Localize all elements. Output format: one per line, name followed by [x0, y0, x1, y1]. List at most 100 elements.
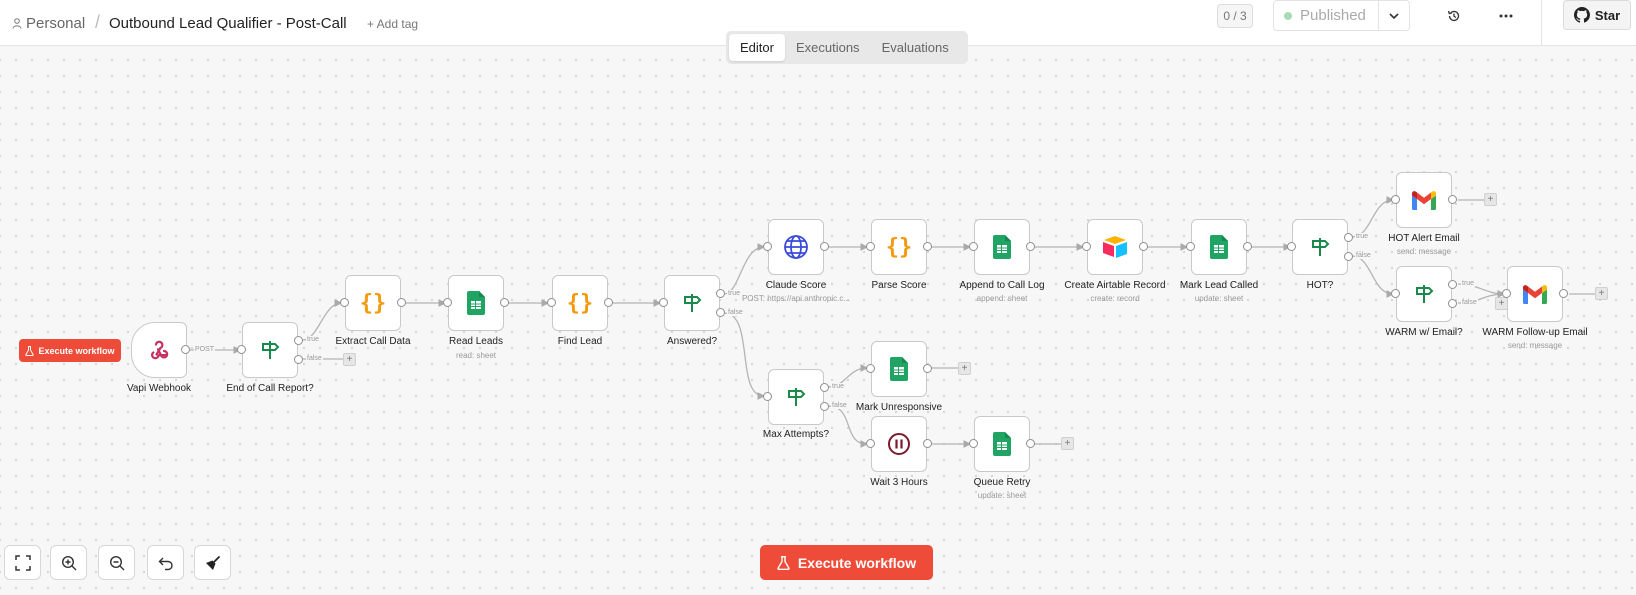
broom-icon [205, 555, 220, 570]
zoom-out-button[interactable] [98, 545, 135, 580]
output-handle[interactable] [923, 364, 932, 373]
output-handle-false[interactable] [1344, 252, 1353, 261]
input-handle[interactable] [237, 345, 246, 354]
node-parse-score[interactable]: {} [871, 219, 927, 275]
input-handle[interactable] [340, 298, 349, 307]
node-mark-lead-called[interactable] [1191, 219, 1247, 275]
add-node-button[interactable]: + [1484, 193, 1497, 206]
input-handle[interactable] [763, 242, 772, 251]
more-options-button[interactable] [1494, 4, 1518, 28]
output-handle-true[interactable] [1344, 233, 1353, 242]
node-append-to-call-log[interactable] [974, 219, 1030, 275]
tab-executions[interactable]: Executions [785, 34, 871, 61]
google-sheets-icon [993, 432, 1011, 456]
tab-evaluations[interactable]: Evaluations [871, 34, 960, 61]
node-extract-call-data[interactable]: {} [345, 275, 401, 331]
input-handle[interactable] [866, 364, 875, 373]
input-handle[interactable] [763, 392, 772, 401]
add-node-button[interactable]: + [1061, 437, 1074, 450]
input-handle[interactable] [866, 242, 875, 251]
node-label: Answered? [666, 336, 718, 347]
input-handle[interactable] [969, 439, 978, 448]
node-label: End of Call Report? [226, 383, 314, 394]
workflow-title[interactable]: Outbound Lead Qualifier - Post-Call [109, 15, 347, 32]
node-end-of-call-report[interactable] [242, 322, 298, 378]
node-queue-retry[interactable] [974, 416, 1030, 472]
add-node-button[interactable]: + [1595, 287, 1608, 300]
add-tag-button[interactable]: + Add tag [367, 17, 418, 31]
zoom-in-button[interactable] [50, 545, 87, 580]
tidy-up-button[interactable] [194, 545, 231, 580]
output-handle[interactable] [1026, 439, 1035, 448]
input-handle[interactable] [443, 298, 452, 307]
output-handle[interactable] [820, 242, 829, 251]
input-handle[interactable] [969, 242, 978, 251]
node-wait-3-hours[interactable] [871, 416, 927, 472]
output-handle-false[interactable] [1448, 299, 1457, 308]
node-mark-unresponsive[interactable] [871, 341, 927, 397]
zoom-out-icon [109, 555, 124, 570]
output-handle-false[interactable] [716, 308, 725, 317]
workflow-counter: 0 / 3 [1217, 4, 1253, 28]
output-handle[interactable] [1139, 242, 1148, 251]
undo-button[interactable] [147, 545, 184, 580]
history-button[interactable] [1442, 4, 1466, 28]
fit-view-button[interactable] [4, 545, 41, 580]
node-hot[interactable] [1292, 219, 1348, 275]
workflow-canvas[interactable] [0, 46, 1636, 595]
add-node-button[interactable]: + [343, 353, 356, 366]
output-handle[interactable] [923, 439, 932, 448]
output-handle[interactable] [1559, 289, 1568, 298]
publish-button[interactable]: Published [1273, 0, 1379, 31]
output-handle[interactable] [604, 298, 613, 307]
node-label: Max Attempts? [762, 429, 830, 440]
node-hot-alert-email[interactable] [1396, 172, 1452, 228]
input-handle[interactable] [659, 298, 668, 307]
output-handle[interactable] [397, 298, 406, 307]
output-handle-false[interactable] [820, 402, 829, 411]
zoom-in-icon [61, 555, 76, 570]
publish-label: Published [1300, 7, 1366, 24]
breadcrumb-separator: / [95, 12, 101, 32]
node-answered[interactable] [664, 275, 720, 331]
input-handle[interactable] [1186, 242, 1195, 251]
node-create-airtable-record[interactable] [1087, 219, 1143, 275]
node-warm-follow-up-email[interactable] [1507, 266, 1563, 322]
input-handle[interactable] [1082, 242, 1091, 251]
output-handle-true[interactable] [820, 383, 829, 392]
node-warm-with-email[interactable] [1396, 266, 1452, 322]
node-vapi-webhook[interactable] [131, 322, 187, 378]
output-handle[interactable] [500, 298, 509, 307]
input-handle[interactable] [547, 298, 556, 307]
execute-workflow-button[interactable]: Execute workflow [760, 545, 933, 580]
output-handle[interactable] [1026, 242, 1035, 251]
output-handle-false[interactable] [294, 355, 303, 364]
node-read-leads[interactable] [448, 275, 504, 331]
google-sheets-icon [890, 357, 908, 381]
input-handle[interactable] [1391, 289, 1400, 298]
execute-workflow-trigger-button[interactable]: Execute workflow [19, 339, 121, 362]
github-star-button[interactable]: Star [1563, 0, 1631, 30]
tab-editor[interactable]: Editor [729, 34, 785, 61]
output-handle-true[interactable] [716, 289, 725, 298]
node-subtitle: update: sheet [977, 491, 1027, 500]
node-max-attempts[interactable] [768, 369, 824, 425]
output-handle[interactable] [1243, 242, 1252, 251]
output-handle[interactable] [1448, 195, 1457, 204]
add-node-button[interactable]: + [958, 362, 971, 375]
input-handle[interactable] [866, 439, 875, 448]
input-handle[interactable] [1287, 242, 1296, 251]
output-handle[interactable] [181, 345, 190, 354]
node-subtitle: send: message [1507, 341, 1563, 350]
airtable-icon [1103, 236, 1127, 258]
output-handle-true[interactable] [294, 336, 303, 345]
input-handle[interactable] [1502, 289, 1511, 298]
output-handle[interactable] [923, 242, 932, 251]
input-handle[interactable] [1391, 195, 1400, 204]
breadcrumb-project[interactable]: Personal [12, 15, 85, 32]
output-handle-true[interactable] [1448, 280, 1457, 289]
edge-label-true: true [831, 383, 846, 390]
node-find-lead[interactable]: {} [552, 275, 608, 331]
node-claude-score[interactable] [768, 219, 824, 275]
publish-dropdown-button[interactable] [1379, 0, 1410, 31]
